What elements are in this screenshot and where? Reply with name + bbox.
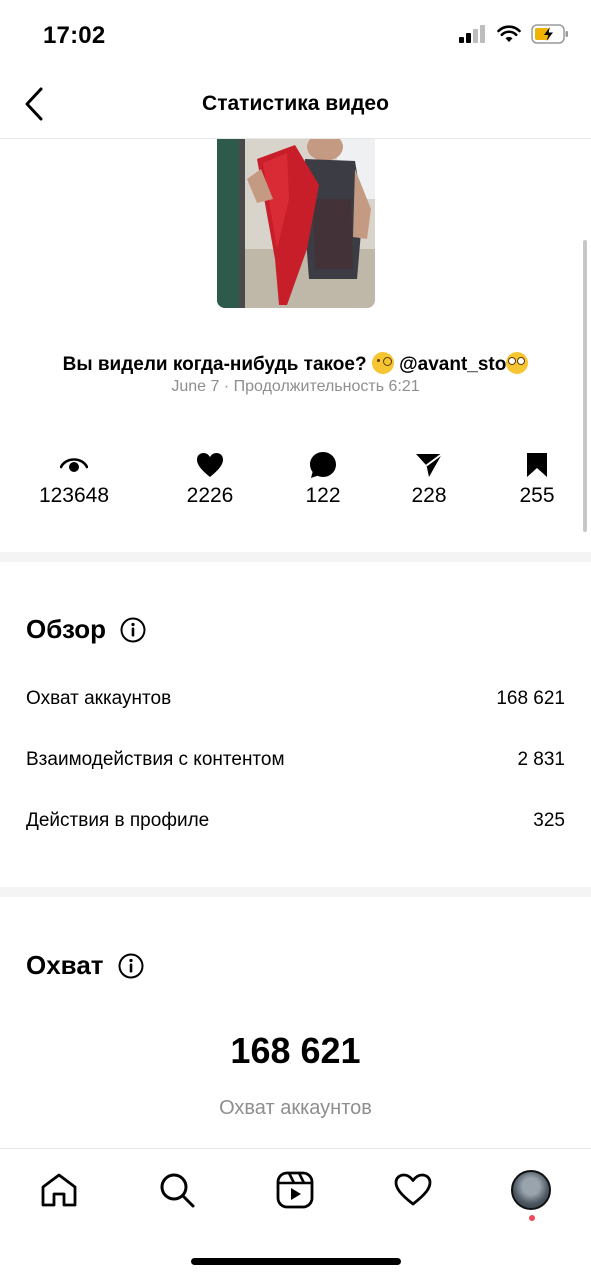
overview-row-value: 325 (533, 810, 565, 831)
overview-section-title: Обзор (26, 614, 146, 645)
overview-row-value: 168 621 (496, 688, 565, 709)
info-icon[interactable] (118, 953, 144, 979)
notification-dot (529, 1215, 535, 1221)
overview-row-label: Действия в профиле (26, 810, 210, 831)
caption-mention[interactable]: @avant_sto (399, 354, 506, 375)
overview-title: Обзор (26, 614, 106, 644)
reach-value: 168 621 (230, 1030, 361, 1071)
comment-icon (310, 452, 336, 478)
status-bar: 17:02 (0, 0, 591, 72)
likes-count: 2226 (186, 484, 234, 507)
tab-reels[interactable] (274, 1169, 316, 1211)
video-caption: Вы видели когда-нибудь такое? @avant_sto (0, 352, 591, 376)
saves-count: 255 (519, 484, 555, 507)
page-title: Статистика видео (202, 92, 389, 115)
heart-icon (197, 453, 223, 477)
reach-section-title: Охват (26, 950, 144, 981)
bookmark-icon (527, 453, 547, 477)
share-icon (416, 453, 443, 477)
monocle-emoji-icon (371, 352, 394, 374)
metric-saves: 255 (477, 450, 591, 508)
scrollbar[interactable] (583, 240, 587, 532)
video-meta: June 7 · Продолжительность 6:21 (171, 378, 420, 395)
tab-home[interactable] (38, 1169, 80, 1211)
section-divider (0, 552, 591, 562)
status-icons (459, 24, 569, 44)
overview-row-label: Взаимодействия с контентом (26, 749, 285, 770)
caption-text: Вы видели когда-нибудь такое? (62, 354, 367, 375)
tab-search[interactable] (156, 1169, 198, 1211)
section-divider (0, 887, 591, 897)
reach-label: Охват аккаунтов (219, 1097, 372, 1119)
tab-profile[interactable] (510, 1169, 552, 1211)
overview-row[interactable]: Взаимодействия с контентом 2 831 (26, 749, 565, 771)
metrics-row: 123648 2226 122 228 255 (0, 450, 591, 512)
overview-row[interactable]: Действия в профиле 325 (26, 810, 565, 832)
home-indicator (191, 1258, 401, 1265)
overview-row[interactable]: Охват аккаунтов 168 621 (26, 688, 565, 710)
wifi-icon (497, 25, 521, 42)
signal-icon (459, 25, 485, 43)
shares-count: 228 (411, 484, 447, 507)
status-time: 17:02 (43, 22, 106, 49)
home-icon (41, 1173, 77, 1207)
tab-activity[interactable] (392, 1169, 434, 1211)
video-thumbnail[interactable] (217, 139, 375, 308)
heart-outline-icon (394, 1173, 432, 1206)
search-icon (160, 1173, 195, 1208)
avatar (511, 1170, 551, 1210)
battery-charging-icon (531, 24, 568, 44)
metric-likes: 2226 (150, 450, 270, 508)
reels-icon (276, 1171, 314, 1209)
views-count: 123648 (38, 484, 110, 507)
metric-shares: 228 (369, 450, 489, 508)
nav-header: Статистика видео (0, 72, 591, 139)
eye-icon (60, 458, 88, 472)
metric-views: 123648 (14, 450, 134, 508)
comments-count: 122 (305, 484, 341, 507)
info-icon[interactable] (120, 617, 146, 643)
reach-title: Охват (26, 950, 104, 980)
overview-row-value: 2 831 (517, 749, 565, 770)
metric-comments: 122 (263, 450, 383, 508)
flushed-emoji-icon (506, 352, 529, 374)
overview-row-label: Охват аккаунтов (26, 688, 172, 709)
